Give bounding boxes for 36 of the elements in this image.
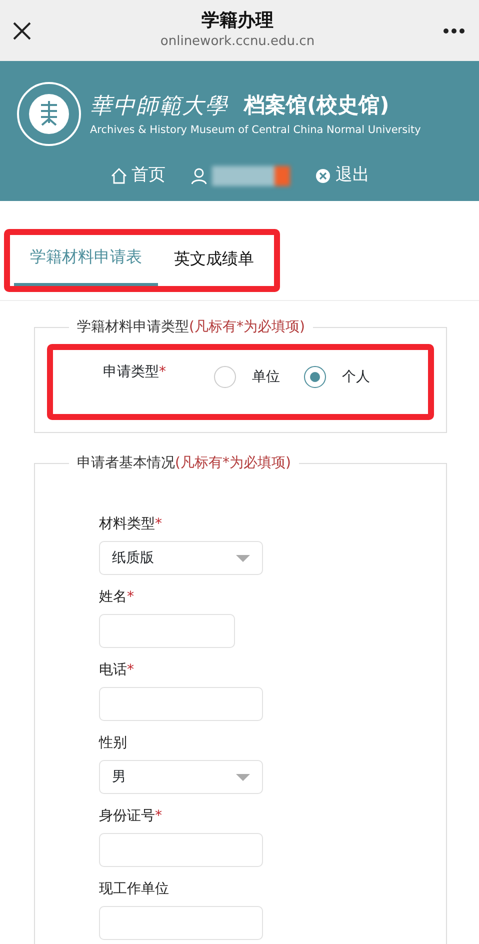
page-title: 学籍办理 [201, 10, 274, 32]
close-icon[interactable] [12, 20, 32, 40]
field-label: 姓名* [99, 588, 135, 607]
logout-icon[interactable] [314, 166, 332, 185]
field-label: 现工作单位 [99, 880, 170, 899]
dropdown-caret-icon [236, 554, 250, 562]
input-field[interactable] [99, 833, 263, 867]
input-field[interactable] [99, 906, 263, 940]
radio-button[interactable] [214, 366, 236, 388]
tab[interactable]: 英文成绩单 [158, 235, 270, 286]
section-legend: 学籍材料申请类型(凡标有*为必填项) [69, 317, 313, 338]
university-seal-icon [16, 81, 82, 147]
dropdown-caret-icon [236, 774, 250, 780]
more-icon[interactable] [442, 28, 465, 34]
nav-link[interactable]: 首页 [132, 163, 166, 188]
museum-subtitle: Archives & History Museum of Central China Normal University [90, 122, 421, 138]
select-field[interactable]: 纸质版 [99, 541, 263, 575]
university-name: 華中師範大學 [90, 92, 228, 121]
field-label: 电话* [99, 661, 135, 680]
user-icon[interactable] [190, 166, 208, 185]
field-label: 材料类型* [99, 515, 163, 534]
field-label: 性别 [99, 734, 128, 753]
input-field[interactable] [99, 687, 263, 721]
field-label: 申请类型* [103, 363, 166, 382]
museum-name: 档案馆(校史馆) [244, 92, 390, 120]
nav-link[interactable]: 退出 [336, 163, 370, 188]
field-label: 身份证号* [99, 807, 163, 826]
select-field[interactable]: 男 [99, 760, 263, 794]
section-legend: 申请者基本情况(凡标有*为必填项) [69, 453, 299, 474]
tab[interactable]: 学籍材料申请表 [14, 235, 158, 286]
input-field[interactable] [99, 614, 235, 648]
radio-button[interactable] [304, 366, 326, 388]
radio-label[interactable]: 个人 [342, 366, 370, 388]
home-icon[interactable] [110, 166, 128, 185]
radio-label[interactable]: 单位 [252, 366, 280, 388]
page-url: onlinework.ccnu.edu.cn [160, 32, 315, 51]
